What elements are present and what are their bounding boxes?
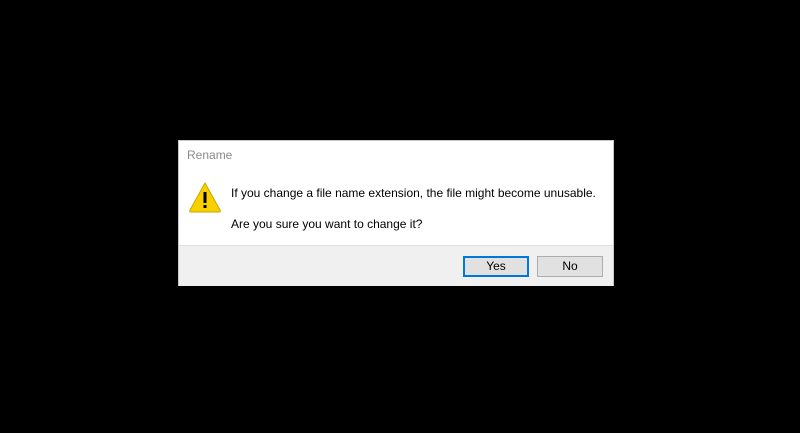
warning-icon bbox=[188, 181, 222, 213]
warning-message: If you change a file name extension, the… bbox=[231, 186, 596, 200]
no-button[interactable]: No bbox=[537, 256, 603, 277]
dialog-button-bar: Yes No bbox=[179, 245, 613, 286]
yes-button[interactable]: Yes bbox=[463, 256, 529, 277]
dialog-title: Rename bbox=[187, 148, 233, 162]
confirmation-question: Are you sure you want to change it? bbox=[231, 217, 423, 231]
rename-dialog: Rename If you change a file name extensi… bbox=[178, 140, 614, 286]
